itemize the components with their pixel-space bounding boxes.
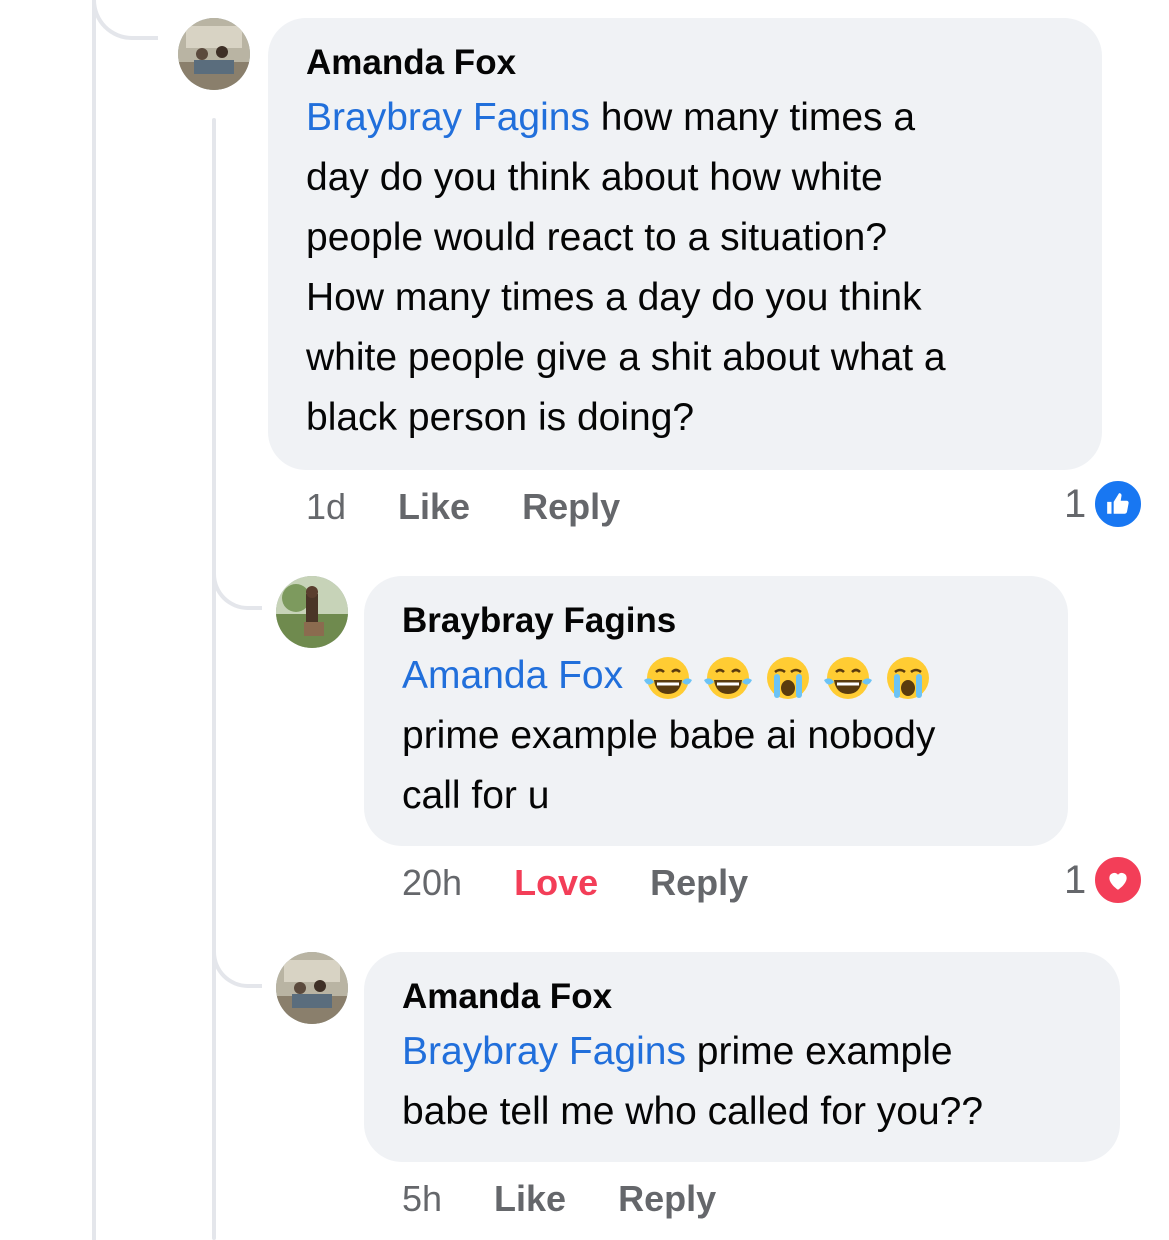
mention-link[interactable]: Amanda Fox (402, 654, 623, 697)
comment-text-line: day do you think about how white (306, 156, 883, 199)
reaction-count: 1 (1064, 481, 1087, 526)
reply-button[interactable]: Reply (650, 862, 748, 904)
reaction-count: 1 (1064, 857, 1087, 902)
comment-text: Braybray Fagins prime example babe tell … (402, 1022, 1082, 1142)
laughing-tears-emoji (643, 656, 692, 699)
comment-bubble[interactable]: Amanda Fox Braybray Fagins prime example… (364, 952, 1120, 1162)
comment-actions: 1d Like Reply (306, 486, 672, 528)
like-icon (1092, 478, 1145, 530)
reply-button[interactable]: Reply (618, 1178, 716, 1220)
comment-actions: 20h Love Reply (402, 862, 800, 904)
comment-actions: 5h Like Reply (402, 1178, 768, 1220)
reply-thread-line (212, 118, 216, 1240)
comment-text-line: black person is doing? (306, 396, 695, 439)
comment-text-line: babe tell me who called for you?? (402, 1090, 984, 1133)
laughing-tears-emoji (823, 656, 872, 699)
timestamp[interactable]: 20h (402, 862, 462, 904)
avatar[interactable] (178, 18, 250, 90)
comment-bubble[interactable]: Amanda Fox Braybray Fagins how many time… (268, 18, 1102, 470)
timestamp[interactable]: 1d (306, 486, 346, 528)
comment-text-line: prime example babe ai nobody (402, 714, 936, 757)
comment-text-line: how many times a (589, 96, 916, 139)
comment-author[interactable]: Amanda Fox (306, 42, 1064, 84)
love-icon (1092, 854, 1145, 906)
comment-text-line: prime example (685, 1030, 953, 1073)
profile-photo-icon (276, 952, 348, 1024)
outer-thread-line (92, 0, 96, 1240)
crying-emoji (766, 656, 809, 699)
comment-text: Amanda Fox prime example babe ai nobody … (402, 646, 1030, 826)
comment-text-line: How many times a day do you think (306, 276, 922, 319)
crying-emoji (886, 656, 929, 699)
avatar[interactable] (276, 952, 348, 1024)
love-button[interactable]: Love (514, 862, 598, 904)
laughing-tears-emoji (703, 656, 752, 699)
reaction-summary[interactable]: 1 (1064, 478, 1145, 530)
reply-connector-1 (212, 570, 262, 610)
profile-photo-icon (276, 576, 348, 648)
reaction-summary[interactable]: 1 (1064, 854, 1145, 906)
mention-link[interactable]: Braybray Fagins (306, 96, 590, 139)
timestamp[interactable]: 5h (402, 1178, 442, 1220)
emoji-row (634, 654, 934, 699)
mention-link[interactable]: Braybray Fagins (402, 1030, 686, 1073)
profile-photo-icon (178, 18, 250, 90)
reply-button[interactable]: Reply (522, 486, 620, 528)
like-button[interactable]: Like (494, 1178, 566, 1220)
comment-text-line: call for u (402, 774, 550, 817)
comment-author[interactable]: Braybray Fagins (402, 600, 1030, 642)
comment-text-line: white people give a shit about what a (306, 336, 946, 379)
avatar[interactable] (276, 576, 348, 648)
comment-author[interactable]: Amanda Fox (402, 976, 1082, 1018)
comment-text: Braybray Fagins how many times a day do … (306, 88, 1064, 448)
thread-connector (92, 0, 158, 40)
comment-text-line: people would react to a situation? (306, 216, 888, 259)
reply-connector-2 (212, 948, 262, 988)
like-button[interactable]: Like (398, 486, 470, 528)
comment-bubble[interactable]: Braybray Fagins Amanda Fox prime example… (364, 576, 1068, 846)
